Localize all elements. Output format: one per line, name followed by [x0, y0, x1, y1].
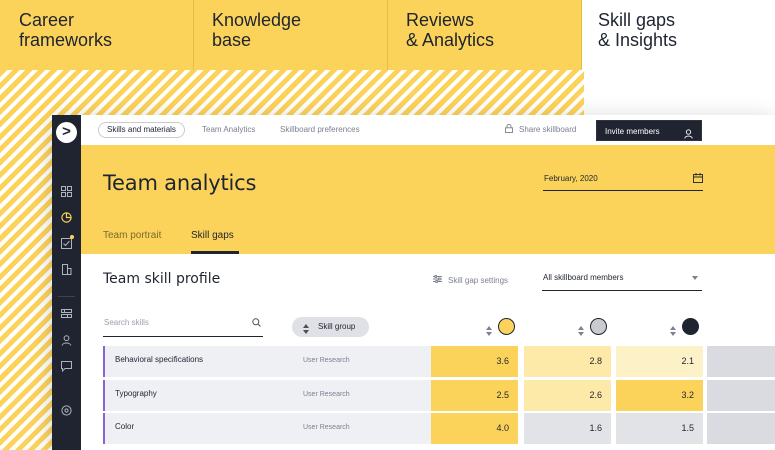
chevron-down-icon	[692, 276, 698, 280]
app-window: > Skills and materials Team Analytics Sk…	[52, 115, 775, 450]
avatar	[682, 318, 699, 335]
feature-tabs: Career frameworks Knowledge base Reviews…	[0, 0, 775, 70]
roadmap-icon[interactable]	[61, 308, 72, 319]
share-skillboard-button[interactable]: Share skillboard	[505, 123, 577, 135]
sort-icon	[578, 323, 584, 341]
table-row[interactable]: Typography User Research 2.5 2.6 3.2	[103, 380, 775, 411]
nav-skillboard-preferences[interactable]: Skillboard preferences	[280, 125, 360, 134]
building-icon[interactable]	[61, 264, 72, 275]
feature-tab-line2: & Insights	[598, 30, 678, 50]
sort-icon	[486, 323, 492, 341]
page-header: Team analytics February, 2020 Team portr…	[81, 145, 775, 254]
feature-tab-line1: Career	[19, 10, 75, 30]
score-cell: 3.2	[616, 380, 703, 411]
checklist-icon[interactable]	[61, 238, 72, 249]
page-title: Team analytics	[103, 171, 257, 195]
lock-icon	[505, 123, 513, 135]
grid-icon[interactable]	[61, 186, 72, 197]
chat-icon[interactable]	[61, 361, 72, 372]
search-placeholder: Search skills	[104, 318, 149, 327]
nav-team-analytics[interactable]: Team Analytics	[202, 125, 255, 134]
score-cell: 3.6	[431, 346, 518, 377]
members-select-value: All skillboard members	[543, 273, 624, 282]
sidebar: >	[52, 115, 81, 450]
top-bar: Skills and materials Team Analytics Skil…	[81, 115, 775, 145]
date-value: February, 2020	[544, 174, 598, 183]
skill-gap-settings-label: Skill gap settings	[448, 275, 509, 285]
member-column-header[interactable]	[578, 318, 607, 336]
tab-team-portrait[interactable]: Team portrait	[103, 230, 161, 241]
score-cell	[707, 346, 775, 377]
settings-icon[interactable]	[61, 405, 72, 416]
sort-icon	[670, 323, 676, 341]
table-row[interactable]: Color User Research 4.0 1.6 1.5	[103, 413, 775, 444]
score-cell: 1.5	[616, 413, 703, 444]
feature-tab-line2: base	[212, 30, 252, 50]
user-lock-icon	[684, 126, 693, 147]
search-icon	[252, 318, 261, 329]
invite-members-button[interactable]: Invite members	[596, 120, 702, 141]
feature-tab-line1: Reviews	[406, 10, 475, 30]
member-column-header[interactable]	[486, 318, 515, 336]
share-skillboard-label: Share skillboard	[519, 125, 577, 134]
skill-group: User Research	[303, 424, 350, 431]
chart-icon[interactable]	[61, 212, 72, 223]
avatar	[590, 318, 607, 335]
skill-cell: Typography User Research	[103, 380, 431, 411]
feature-tab-line2: frameworks	[19, 30, 113, 50]
feature-tab-line2: & Analytics	[406, 30, 495, 50]
active-tab-indicator	[191, 251, 239, 254]
skill-gap-settings-button[interactable]: Skill gap settings	[433, 275, 508, 285]
member-column-header[interactable]	[670, 318, 699, 336]
skill-name: Behavioral specifications	[115, 355, 204, 364]
feature-tab-line1: Knowledge	[212, 10, 302, 30]
score-cell: 2.6	[524, 380, 611, 411]
user-icon[interactable]	[61, 335, 72, 346]
sidebar-divider	[58, 296, 75, 297]
feature-tab-knowledge-base[interactable]: Knowledge base	[194, 0, 388, 70]
skill-group: User Research	[303, 357, 350, 364]
search-input[interactable]: Search skills	[103, 318, 263, 337]
skill-group: User Research	[303, 391, 350, 398]
skill-name: Color	[115, 422, 135, 431]
logo-icon[interactable]: >	[56, 122, 77, 143]
section-title: Team skill profile	[103, 271, 221, 287]
invite-members-label: Invite members	[605, 127, 660, 136]
score-cell	[707, 413, 775, 444]
feature-tab-skill-gaps-insights[interactable]: Skill gaps & Insights	[582, 0, 775, 70]
score-cell: 2.5	[431, 380, 518, 411]
skill-group-sort-button[interactable]: Skill group	[292, 317, 369, 337]
feature-tab-line1: Skill gaps	[598, 10, 676, 30]
tab-skill-gaps[interactable]: Skill gaps	[191, 230, 234, 241]
calendar-icon	[693, 173, 703, 185]
feature-tab-career-frameworks[interactable]: Career frameworks	[0, 0, 194, 70]
nav-skills-and-materials[interactable]: Skills and materials	[98, 122, 185, 138]
avatar	[498, 318, 515, 335]
feature-tab-reviews-analytics[interactable]: Reviews & Analytics	[388, 0, 582, 70]
skill-name: Typography	[115, 389, 157, 398]
score-cell: 1.6	[524, 413, 611, 444]
score-cell	[707, 380, 775, 411]
score-cell: 2.1	[616, 346, 703, 377]
table-row[interactable]: Behavioral specifications User Research …	[103, 346, 775, 377]
sliders-icon	[433, 275, 442, 285]
skill-cell: Color User Research	[103, 413, 431, 444]
skill-cell: Behavioral specifications User Research	[103, 346, 431, 377]
sort-icon	[303, 322, 309, 342]
skill-group-label: Skill group	[318, 322, 356, 331]
date-picker[interactable]: February, 2020	[543, 173, 703, 191]
main-content: Skills and materials Team Analytics Skil…	[81, 115, 775, 450]
members-select[interactable]: All skillboard members	[542, 273, 702, 291]
score-cell: 4.0	[431, 413, 518, 444]
notification-dot	[70, 235, 74, 239]
score-cell: 2.8	[524, 346, 611, 377]
